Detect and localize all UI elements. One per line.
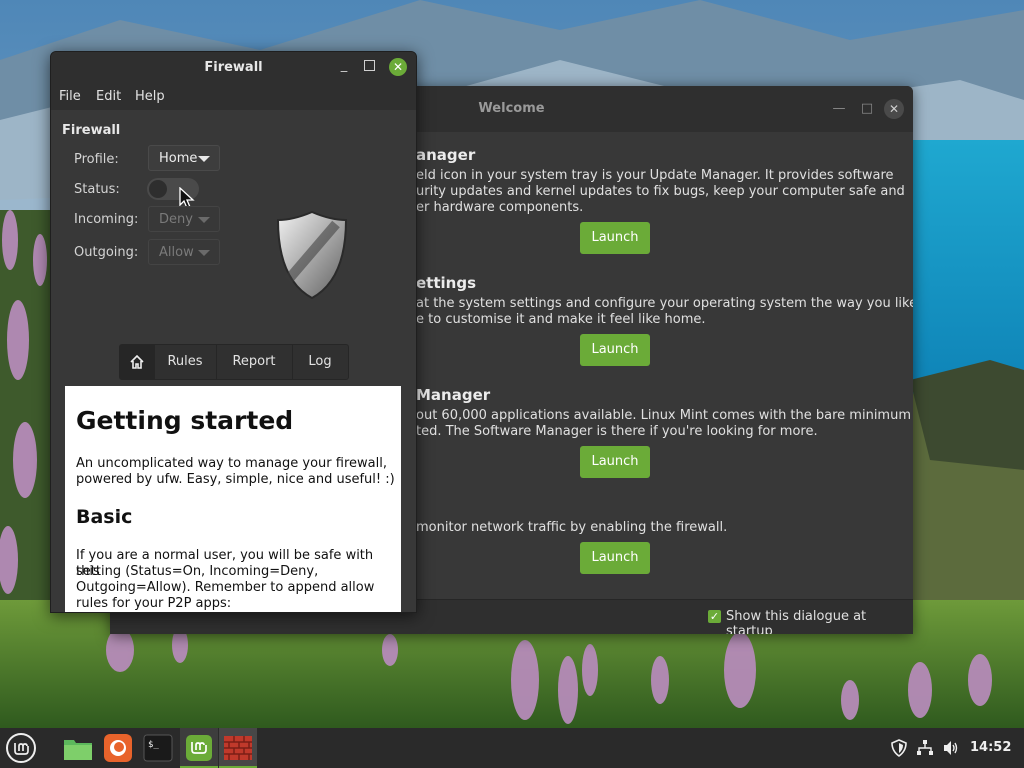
menu-icon[interactable] bbox=[6, 733, 36, 763]
firewall-title: Firewall bbox=[204, 60, 263, 75]
folder-icon bbox=[64, 740, 92, 760]
section-text: at the system settings and configure you… bbox=[416, 296, 913, 311]
outgoing-label: Outgoing: bbox=[74, 245, 139, 260]
profile-value: Home bbox=[159, 151, 198, 166]
menu-help[interactable]: Help bbox=[135, 89, 165, 104]
incoming-select[interactable]: Deny bbox=[148, 206, 220, 232]
profile-select[interactable]: Home bbox=[148, 145, 220, 171]
terminal-logo-icon: $_ bbox=[143, 734, 173, 762]
minimize-icon[interactable]: _ bbox=[337, 58, 351, 74]
shield-icon[interactable] bbox=[890, 739, 908, 757]
firewall-window: Firewall _ ✕ File Edit Help Firewall Pro… bbox=[50, 51, 417, 613]
firefox-icon[interactable] bbox=[102, 732, 134, 764]
launch-update-manager-button[interactable]: Launch bbox=[580, 222, 650, 254]
section-title-software-manager: Manager bbox=[416, 386, 491, 404]
section-text: out 60,000 applications available. Linux… bbox=[416, 408, 913, 423]
doc-paragraph: setting (Status=On, Incoming=Deny, bbox=[76, 564, 319, 579]
launch-firewall-button[interactable]: Launch bbox=[580, 542, 650, 574]
show-at-startup-label[interactable]: Show this dialogue at startup bbox=[726, 609, 913, 634]
toggle-knob bbox=[149, 180, 167, 198]
tab-home[interactable] bbox=[120, 345, 155, 379]
doc-paragraph: powered by ufw. Easy, simple, nice and u… bbox=[76, 472, 395, 487]
volume-icon[interactable] bbox=[942, 739, 960, 757]
outgoing-value: Allow bbox=[159, 245, 194, 260]
section-text: monitor network traffic by enabling the … bbox=[416, 520, 728, 535]
maximize-icon[interactable]: □ bbox=[858, 100, 876, 118]
maximize-icon[interactable] bbox=[364, 60, 375, 71]
firewall-tabbar: Rules Report Log bbox=[119, 344, 349, 380]
firewall-body: Firewall Profile: Home Status: Incoming:… bbox=[51, 110, 416, 612]
section-title-update-manager: anager bbox=[416, 146, 476, 164]
profile-label: Profile: bbox=[74, 152, 119, 167]
files-icon[interactable] bbox=[62, 732, 94, 764]
terminal-icon[interactable]: $_ bbox=[142, 732, 174, 764]
chevron-down-icon bbox=[198, 156, 210, 162]
doc-paragraph: Outgoing=Allow). Remember to append allo… bbox=[76, 580, 375, 595]
taskbar: $_ 14:52 bbox=[0, 728, 1024, 768]
doc-heading: Getting started bbox=[76, 406, 294, 435]
chevron-down-icon bbox=[198, 217, 210, 223]
incoming-value: Deny bbox=[159, 212, 193, 227]
software-manager-icon bbox=[186, 735, 212, 761]
firewall-icon[interactable] bbox=[222, 732, 254, 764]
close-icon[interactable]: ✕ bbox=[389, 58, 407, 76]
doc-paragraph: rules for your P2P apps: bbox=[76, 596, 232, 611]
section-text: er hardware components. bbox=[416, 200, 584, 215]
section-text: eld icon in your system tray is your Upd… bbox=[416, 168, 894, 183]
section-text: urity updates and kernel updates to fix … bbox=[416, 184, 905, 199]
firewall-heading: Firewall bbox=[62, 123, 121, 138]
section-text: ted. The Software Manager is there if yo… bbox=[416, 424, 818, 439]
tab-rules[interactable]: Rules bbox=[154, 345, 217, 379]
doc-paragraph: An uncomplicated way to manage your fire… bbox=[76, 456, 387, 471]
section-title-system-settings: ettings bbox=[416, 274, 476, 292]
menu-file[interactable]: File bbox=[59, 89, 81, 104]
minimize-icon[interactable]: — bbox=[830, 100, 848, 118]
outgoing-select[interactable]: Allow bbox=[148, 239, 220, 265]
getting-started-document[interactable]: Getting started An uncomplicated way to … bbox=[65, 386, 401, 612]
status-label: Status: bbox=[74, 182, 120, 197]
tab-report[interactable]: Report bbox=[216, 345, 293, 379]
firewall-shield-icon bbox=[276, 210, 348, 300]
incoming-label: Incoming: bbox=[74, 212, 139, 227]
close-icon[interactable]: ✕ bbox=[884, 99, 904, 119]
show-at-startup-checkbox[interactable]: ✓ bbox=[708, 610, 721, 623]
tab-log[interactable]: Log bbox=[292, 345, 348, 379]
chevron-down-icon bbox=[198, 250, 210, 256]
network-icon[interactable] bbox=[916, 739, 934, 757]
clock[interactable]: 14:52 bbox=[970, 740, 1011, 755]
menubar: File Edit Help bbox=[51, 82, 416, 110]
brick-wall-icon bbox=[224, 736, 252, 760]
doc-subheading: Basic bbox=[76, 506, 133, 528]
firewall-titlebar[interactable]: Firewall _ ✕ bbox=[51, 52, 416, 82]
menu-edit[interactable]: Edit bbox=[96, 89, 121, 104]
firefox-logo-icon bbox=[104, 734, 132, 762]
mintinstall-icon[interactable] bbox=[183, 732, 215, 764]
launch-system-settings-button[interactable]: Launch bbox=[580, 334, 650, 366]
svg-text:$_: $_ bbox=[148, 740, 159, 750]
mint-logo-icon bbox=[14, 743, 29, 755]
section-text: e to customise it and make it feel like … bbox=[416, 312, 706, 327]
home-icon bbox=[130, 354, 144, 369]
launch-software-manager-button[interactable]: Launch bbox=[580, 446, 650, 478]
